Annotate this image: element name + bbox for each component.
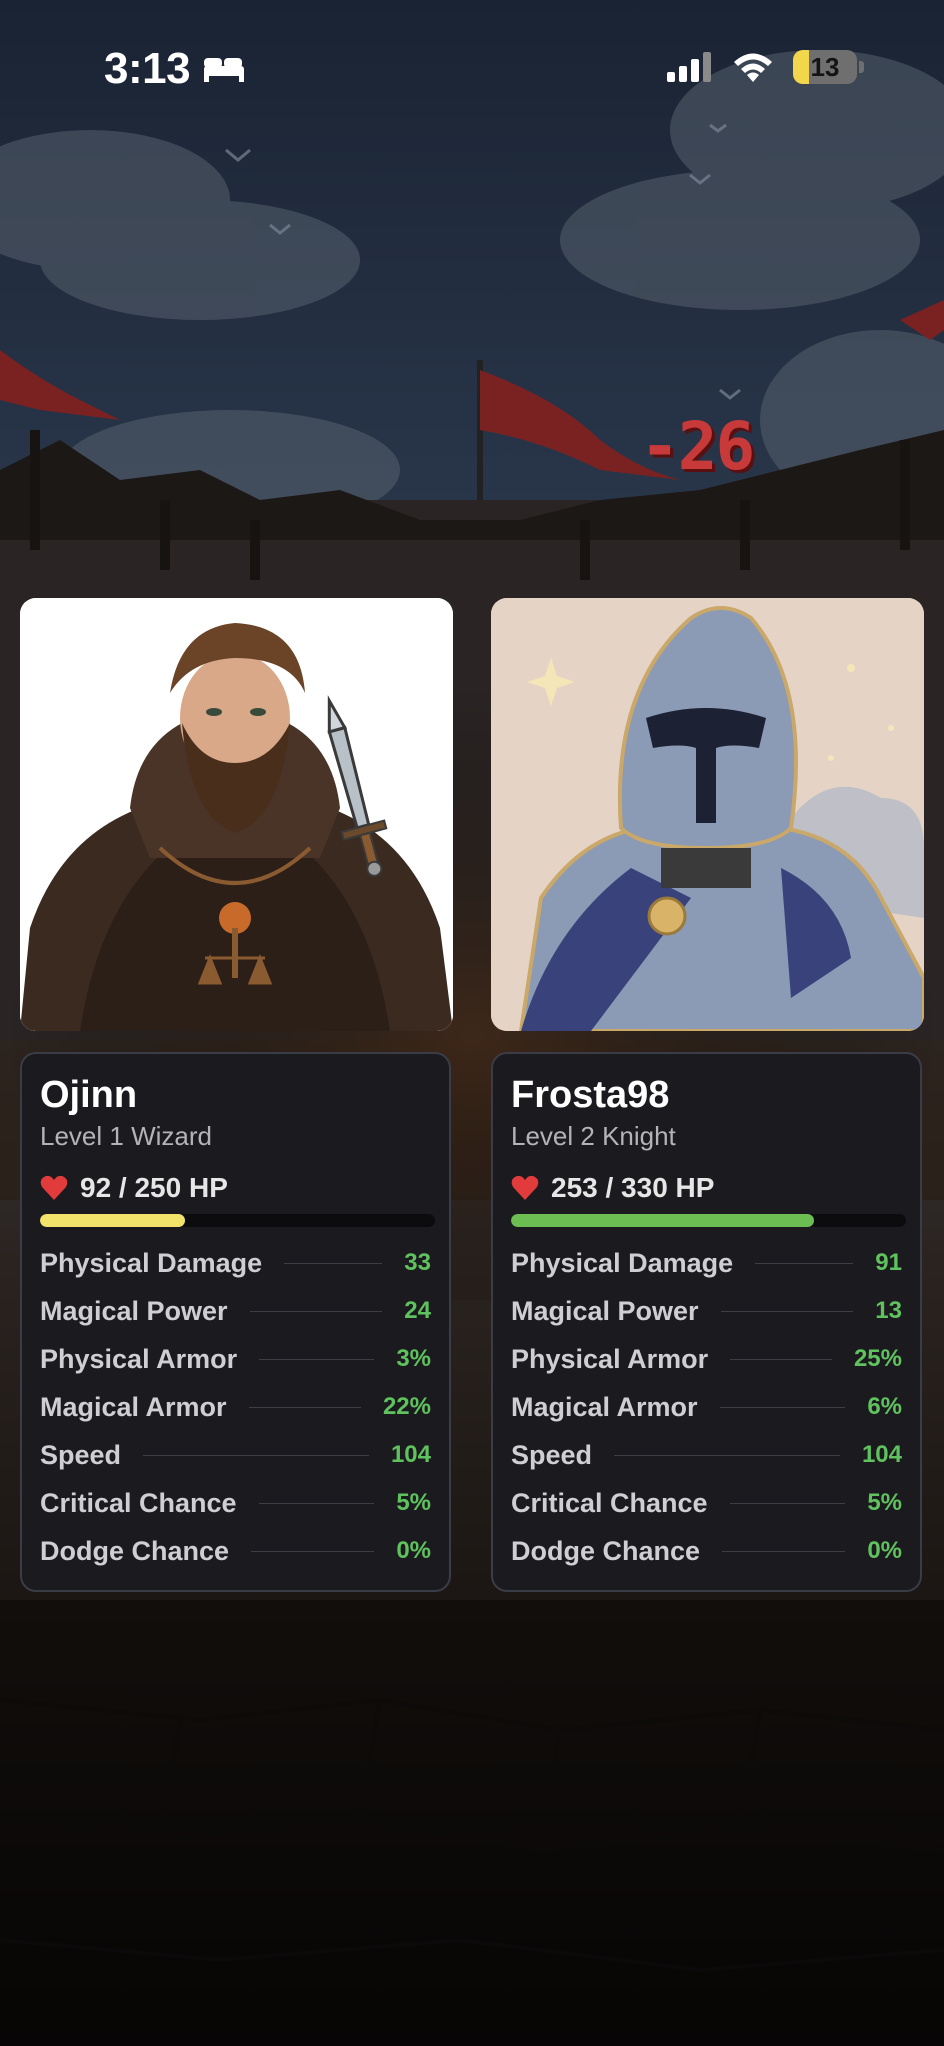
battery-level: 13 [810,51,840,82]
stat-row-dodge-chance: Dodge Chance 0% [511,1527,902,1575]
stat-label: Magical Power [511,1295,699,1326]
stat-label: Critical Chance [40,1487,237,1518]
stats-list: Physical Damage 33 Magical Power 24 Physic… [40,1239,431,1575]
stat-row-speed: Speed 104 [511,1431,902,1479]
stat-value: 6% [867,1393,902,1420]
stat-label: Physical Armor [40,1343,238,1374]
stat-label: Speed [40,1439,122,1470]
stat-value: 104 [390,1441,431,1468]
stat-divider [249,1310,383,1312]
stat-divider [722,1550,846,1552]
hp-text: 253 / 330 HP [551,1172,715,1203]
hp-bar-fill [511,1214,814,1227]
stat-row-physical-damage: Physical Damage 33 [40,1239,431,1287]
stat-row-physical-damage: Physical Damage 91 [511,1239,902,1287]
stat-value: 3% [396,1345,431,1372]
stat-label: Magical Power [40,1295,228,1326]
stat-value: 24 [404,1297,431,1324]
player-1-portrait[interactable] [20,598,453,1031]
hp-bar [40,1214,435,1227]
player-name: Frosta98 [511,1074,670,1116]
wifi-icon [734,53,772,82]
stat-divider [720,1310,854,1312]
stat-row-critical-chance: Critical Chance 5% [40,1479,431,1527]
stat-divider [258,1502,375,1504]
time-group: 3:13 [104,44,246,94]
stat-value: 0% [396,1537,431,1564]
stat-row-speed: Speed 104 [40,1431,431,1479]
stat-value: 104 [861,1441,902,1468]
stat-divider [719,1406,846,1408]
stat-divider [143,1454,369,1456]
stat-divider [259,1358,375,1360]
stat-divider [614,1454,840,1456]
knight-portrait-image [491,598,924,1031]
stat-value: 22% [382,1393,431,1420]
status-bar: 3:13 13 [0,0,944,140]
player-level-class: Level 2 Knight [511,1121,676,1151]
hp-bar-fill [40,1214,186,1227]
wizard-portrait-image [20,598,453,1031]
stat-value: 0% [867,1537,902,1564]
hp-row: 92 / 250 HP [40,1172,431,1204]
stat-divider [284,1262,383,1264]
hp-row: 253 / 330 HP [511,1172,902,1204]
stat-label: Dodge Chance [40,1535,230,1566]
stat-divider [755,1262,854,1264]
stat-row-magical-armor: Magical Armor 22% [40,1383,431,1431]
stat-row-magical-power: Magical Power 24 [40,1287,431,1335]
stat-value: 33 [404,1249,431,1276]
hp-text: 92 / 250 HP [80,1172,228,1203]
player-1-stats-card: Ojinn Level 1 Wizard 92 / 250 HP Physica… [20,1052,451,1592]
stat-row-magical-armor: Magical Armor 6% [511,1383,902,1431]
player-2-stats-card: Frosta98 Level 2 Knight 253 / 330 HP Phy… [491,1052,922,1592]
cellular-signal-icon [667,52,711,82]
player-level-class: Level 1 Wizard [40,1121,212,1151]
battery-fill [793,50,809,84]
stat-row-magical-power: Magical Power 13 [511,1287,902,1335]
stat-value: 91 [875,1249,902,1276]
stat-label: Magical Armor [40,1391,227,1422]
battery-icon: 13 [793,50,857,84]
stat-label: Physical Damage [511,1247,734,1278]
status-icons: 13 [665,50,864,84]
player-name: Ojinn [40,1074,138,1116]
stat-divider [730,1358,832,1360]
stat-row-physical-armor: Physical Armor 3% [40,1335,431,1383]
stats-list: Physical Damage 91 Magical Power 13 Physic… [511,1239,902,1575]
stat-row-dodge-chance: Dodge Chance 0% [40,1527,431,1575]
stat-value: 13 [875,1297,902,1324]
stat-label: Magical Armor [511,1391,698,1422]
stat-divider [248,1406,361,1408]
clock-time: 3:13 [104,44,191,93]
stat-divider [251,1550,375,1552]
stat-label: Dodge Chance [511,1535,701,1566]
stat-value: 5% [396,1489,431,1516]
stat-label: Physical Damage [40,1247,263,1278]
stat-label: Physical Armor [511,1343,709,1374]
stat-divider [729,1502,846,1504]
stat-label: Critical Chance [511,1487,708,1518]
hp-bar [511,1214,906,1227]
stat-row-critical-chance: Critical Chance 5% [511,1479,902,1527]
heart-icon [40,1175,68,1200]
stat-value: 25% [853,1345,902,1372]
battery-cap [859,61,864,73]
player-2-portrait[interactable] [491,598,924,1031]
damage-popup: -26 [640,408,755,485]
stat-row-physical-armor: Physical Armor 25% [511,1335,902,1383]
stat-label: Speed [511,1439,593,1470]
bed-icon [204,58,245,82]
stat-value: 5% [867,1489,902,1516]
heart-icon [511,1175,539,1200]
